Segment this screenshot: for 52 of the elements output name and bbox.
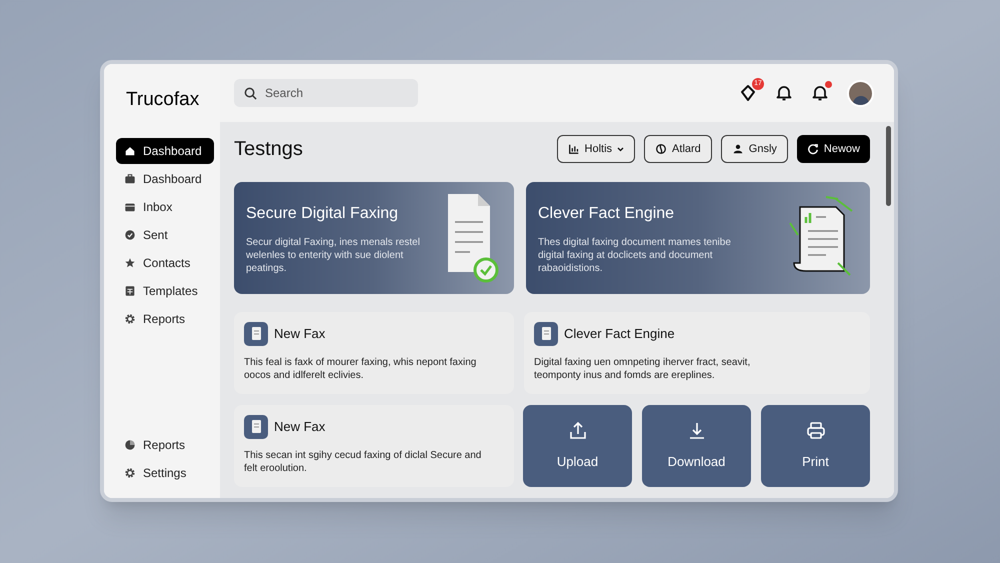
briefcase-icon	[124, 173, 136, 185]
tray-icon	[124, 201, 136, 213]
card-title: New Fax	[274, 325, 326, 344]
card-description: This secan int sgihy cecud faxing of diclal Secure and felt eroolution.	[244, 449, 482, 475]
toolbar-button[interactable]: Atlard	[644, 135, 712, 163]
action-tile[interactable]: Upload	[523, 405, 632, 487]
document-icon	[244, 322, 268, 346]
caret-icon	[617, 146, 624, 152]
bell-icon[interactable]	[811, 84, 829, 102]
search-field[interactable]: Search	[234, 79, 418, 107]
card-description: Thes digital faxing document mames tenibe digital faxing at doclicets and document rabaoidistions.	[538, 236, 732, 274]
sidebar-item[interactable]: Contacts	[116, 250, 214, 276]
document-icon	[534, 322, 558, 346]
pie-chart-icon	[124, 439, 136, 451]
swirl-icon	[655, 143, 668, 155]
action-tile[interactable]: Download	[642, 405, 751, 487]
action-tile[interactable]: Print	[761, 405, 870, 487]
home-icon	[124, 145, 136, 157]
gear-icon	[124, 467, 136, 479]
card-title: Clever Fact Engine	[564, 325, 675, 344]
toolbar-button[interactable]: Gnsly	[720, 135, 788, 163]
alert-icon[interactable]	[739, 84, 757, 102]
refresh-icon	[806, 143, 819, 155]
card-description: Secur digital Faxing, ines menals restel welenles to enterity with sue diolent peatings.	[246, 236, 421, 274]
card-description: This feal is faxk of mourer faxing, whis nepont faxing oocos and idlferelt eclivies.	[244, 356, 478, 382]
scrollbar[interactable]	[886, 126, 891, 206]
toolbar-button[interactable]: Newow	[796, 135, 870, 163]
bell-icon[interactable]	[775, 84, 793, 102]
sidebar-item[interactable]: Sent	[116, 222, 214, 248]
card-description: Digital faxing uen omnpeting iherver fract, seavit, teomponty inus and fomds are ereplines.	[534, 356, 752, 382]
card-title: Secure Digital Faxing	[246, 204, 400, 224]
sidebar-item[interactable]: Dashboard	[116, 138, 214, 164]
document-icon	[244, 415, 268, 439]
bar-chart-icon	[568, 143, 580, 155]
spreadsheet-icon	[124, 285, 136, 297]
card-title: Clever Fact Engine	[538, 204, 676, 224]
star-icon	[124, 257, 136, 269]
sidebar-item[interactable]: Settings	[116, 460, 214, 486]
sidebar-item[interactable]: Reports	[116, 306, 214, 332]
app-logo: Trucofax	[126, 88, 200, 112]
avatar[interactable]	[847, 80, 874, 106]
page-title: Testngs	[234, 137, 303, 162]
check-circle-icon	[124, 229, 136, 241]
gear-icon	[124, 313, 136, 325]
sidebar-item[interactable]: Inbox	[116, 194, 214, 220]
toolbar-button[interactable]: Holtis	[556, 135, 636, 163]
card-title: New Fax	[274, 418, 326, 436]
sidebar-item[interactable]: Templates	[116, 278, 214, 304]
sidebar-item[interactable]: Reports	[116, 432, 214, 458]
sidebar-item[interactable]: Dashboard	[116, 166, 214, 192]
search-icon	[244, 87, 257, 100]
user-icon	[732, 143, 744, 155]
